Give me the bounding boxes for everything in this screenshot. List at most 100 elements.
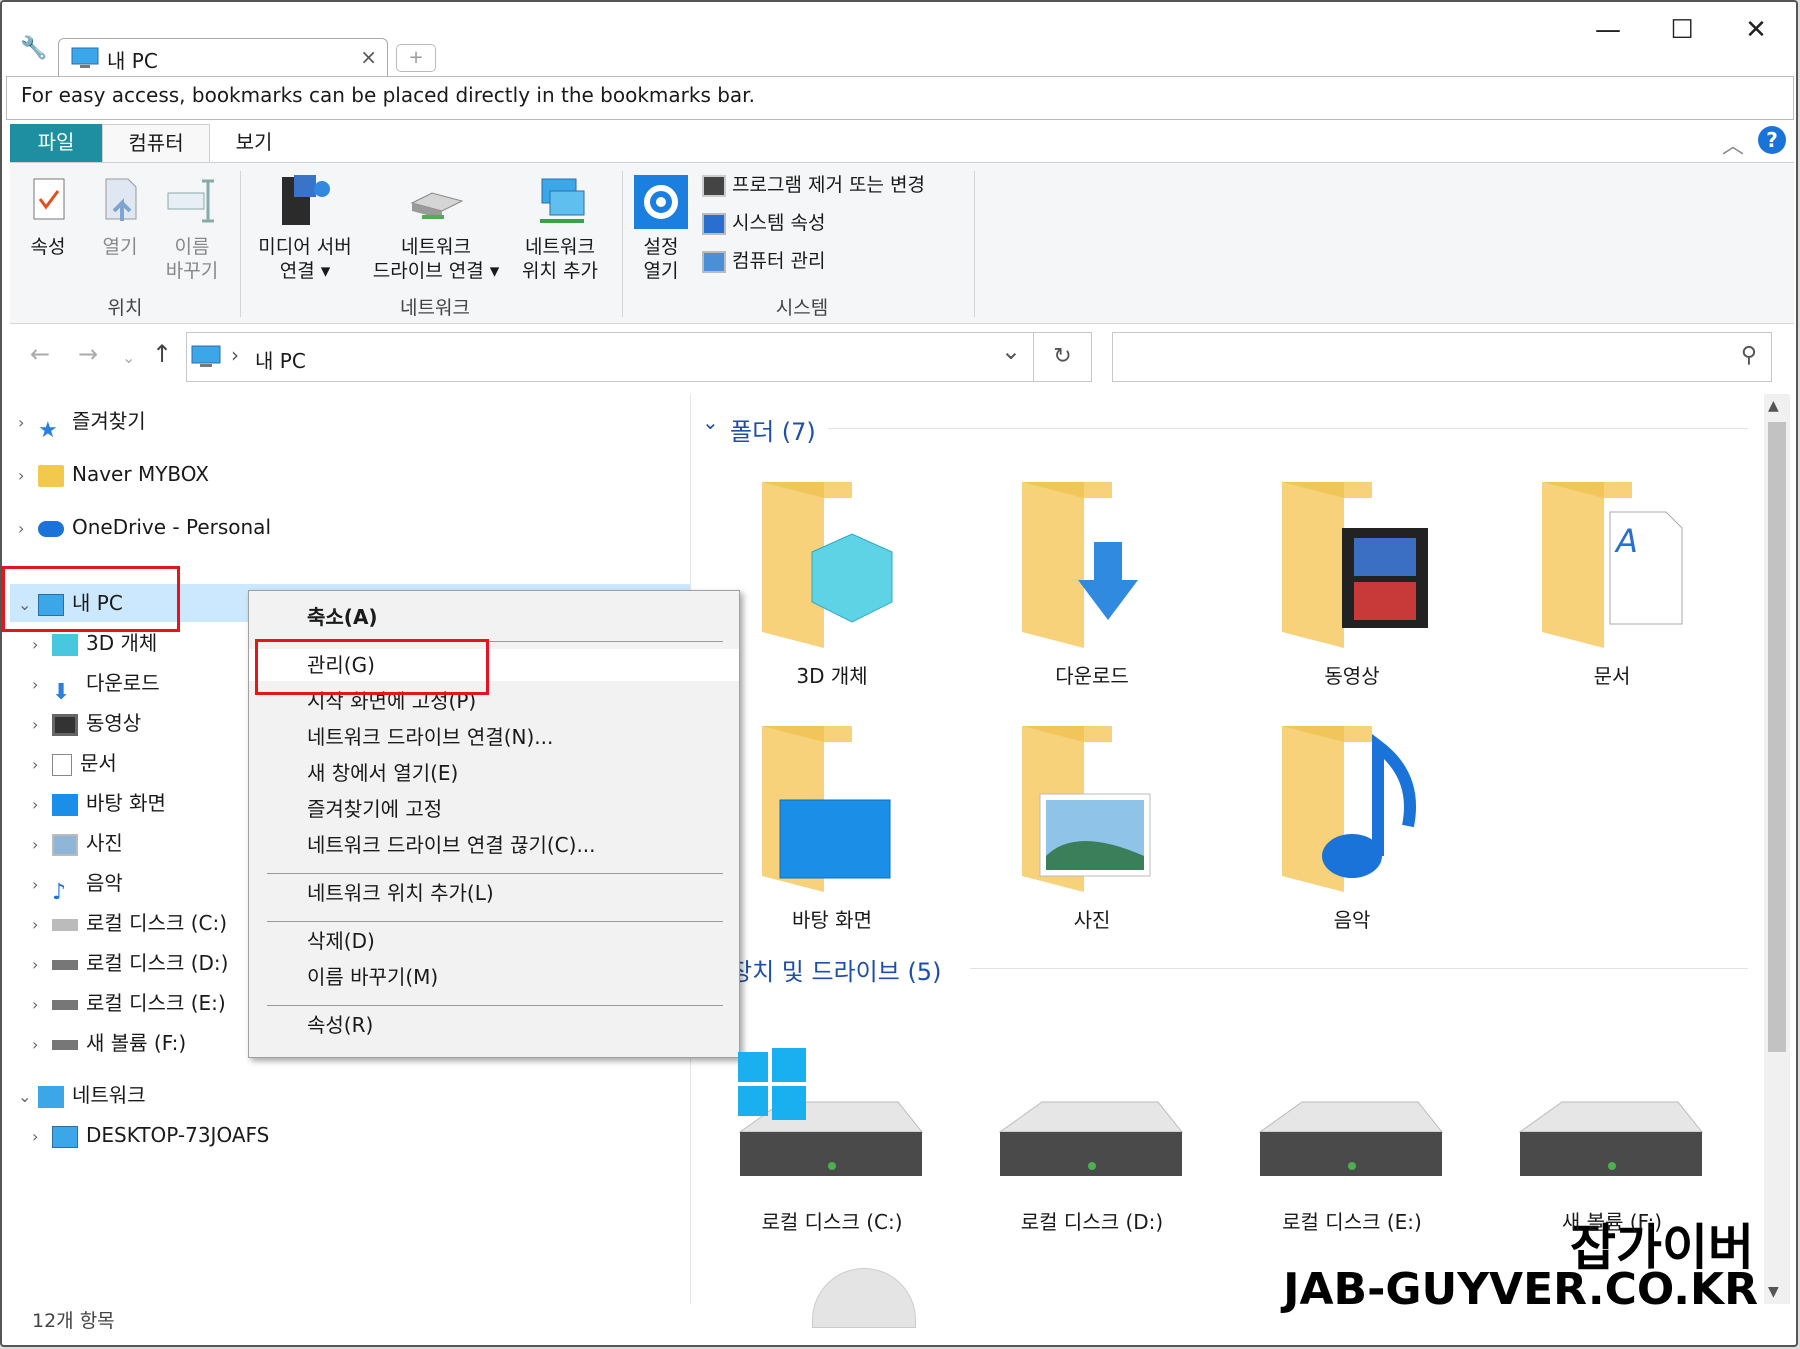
minimize-button[interactable]: — (1576, 10, 1640, 50)
folder-tile[interactable]: A 문서 (1502, 472, 1722, 702)
tree-item-drive-e[interactable]: › 로컬 디스크 (E:) (32, 984, 226, 1022)
address-path[interactable]: 내 PC (255, 345, 306, 374)
folder-tile[interactable]: 음악 (1242, 716, 1462, 946)
tree-item-documents[interactable]: › 문서 (32, 744, 117, 782)
properties-button[interactable]: 속성 (20, 173, 76, 259)
chevron-right-icon[interactable]: › (32, 826, 52, 864)
menu-item-add-network-location[interactable]: 네트워크 위치 추가(L) (249, 877, 739, 909)
document-icon (52, 753, 72, 776)
map-network-drive-button[interactable]: 네트워크 드라이브 연결 ▾ (366, 173, 506, 283)
explorer-window: 🔧 내 PC × + — ☐ ✕ For easy access, bookma… (0, 0, 1798, 1347)
open-settings-button[interactable]: 설정 열기 (632, 173, 690, 283)
tree-item-drive-d[interactable]: › 로컬 디스크 (D:) (32, 944, 228, 982)
chevron-right-icon[interactable]: › (18, 510, 38, 548)
tree-item-drive-c[interactable]: › 로컬 디스크 (C:) (32, 904, 227, 942)
menu-item-rename[interactable]: 이름 바꾸기(M) (249, 961, 739, 993)
menu-item-open-new-window[interactable]: 새 창에서 열기(E) (249, 757, 739, 789)
scroll-up-icon[interactable]: ▲ (1768, 398, 1779, 414)
add-network-location-button[interactable]: 네트워크 위치 추가 (510, 173, 610, 283)
tab-this-pc[interactable]: 내 PC × (58, 38, 388, 76)
maximize-button[interactable]: ☐ (1650, 10, 1714, 50)
close-button[interactable]: ✕ (1724, 10, 1788, 50)
drive-icon (52, 918, 78, 931)
hard-drive-icon (738, 1048, 924, 1176)
computer-management-button[interactable]: 컴퓨터 관리 (702, 249, 825, 273)
scroll-down-icon[interactable]: ▼ (1768, 1284, 1779, 1300)
media-server-button[interactable]: 미디어 서버 연결 ▾ (250, 173, 360, 283)
address-dropdown-icon[interactable]: ⌄ (1001, 337, 1021, 365)
folder-icon (1022, 482, 1138, 648)
drive-tile[interactable]: 로컬 디스크 (C:) (722, 1042, 942, 1242)
cloud-icon (38, 520, 64, 537)
chevron-right-icon[interactable]: › (32, 946, 52, 984)
tree-item-onedrive[interactable]: › OneDrive - Personal (18, 508, 271, 546)
rename-button[interactable]: 이름 바꾸기 (160, 173, 224, 283)
refresh-button[interactable]: ↻ (1034, 332, 1092, 382)
chevron-right-icon[interactable]: › (18, 457, 38, 495)
ribbon-collapse-icon[interactable]: ︿ (1722, 128, 1744, 160)
menu-item-disconnect-drive[interactable]: 네트워크 드라이브 연결 끊기(C)... (249, 829, 739, 861)
folder-tile[interactable]: 3D 개체 (722, 472, 942, 702)
tree-item-desktop-host[interactable]: › DESKTOP-73JOAFS (32, 1116, 269, 1154)
folder-tile[interactable]: 바탕 화면 (722, 716, 942, 946)
drive-tile[interactable]: 로컬 디스크 (E:) (1242, 1042, 1462, 1242)
menu-item-map-drive[interactable]: 네트워크 드라이브 연결(N)... (249, 721, 739, 753)
chevron-right-icon[interactable]: › (32, 626, 52, 664)
tab-view[interactable]: 보기 (210, 124, 298, 162)
menu-item-pin-quick-access[interactable]: 즐겨찾기에 고정 (249, 793, 739, 825)
search-input[interactable]: ⚲ (1112, 332, 1772, 382)
open-button[interactable]: 열기 (92, 173, 148, 259)
chevron-right-icon[interactable]: › (32, 666, 52, 704)
chevron-right-icon[interactable]: › (32, 706, 52, 744)
tree-item-pictures[interactable]: › 사진 (32, 824, 123, 862)
chevron-right-icon[interactable]: › (32, 1118, 52, 1156)
chevron-right-icon[interactable]: › (32, 1026, 52, 1064)
tree-item-drive-f[interactable]: › 새 볼륨 (F:) (32, 1024, 186, 1062)
drives-header[interactable]: 장치 및 드라이브 (5) (730, 952, 941, 987)
up-arrow-icon[interactable]: ↑ (152, 340, 172, 368)
chevron-right-icon[interactable]: › (32, 786, 52, 824)
address-bar[interactable]: › 내 PC ⌄ (186, 332, 1034, 382)
menu-item-collapse[interactable]: 축소(A) (249, 601, 739, 633)
new-tab-button[interactable]: + (396, 44, 436, 72)
tree-item-videos[interactable]: › 동영상 (32, 704, 141, 742)
tree-item-downloads[interactable]: › ⬇ 다운로드 (32, 664, 160, 705)
tree-item-network[interactable]: ⌄ 네트워크 (18, 1076, 146, 1114)
chevron-right-icon[interactable]: › (32, 906, 52, 944)
back-arrow-icon[interactable]: ← (30, 340, 50, 368)
chevron-right-icon[interactable]: › (32, 986, 52, 1024)
folders-header[interactable]: 폴더 (7) (730, 412, 816, 447)
tree-item-3d-objects[interactable]: › 3D 개체 (32, 624, 157, 662)
chevron-down-icon[interactable]: ⌄ (18, 1078, 38, 1116)
chevron-right-icon[interactable]: › (32, 746, 52, 784)
path-separator: › (231, 343, 239, 367)
collapse-folders-icon[interactable]: ⌄ (702, 410, 719, 434)
tab-file[interactable]: 파일 (10, 124, 102, 162)
tree-item-music[interactable]: › ♪ 음악 (32, 864, 123, 905)
tab-close-icon[interactable]: × (360, 45, 377, 69)
chevron-right-icon[interactable]: › (18, 404, 38, 442)
uninstall-program-button[interactable]: 프로그램 제거 또는 변경 (702, 173, 925, 197)
tree-item-desktop[interactable]: › 바탕 화면 (32, 784, 166, 822)
scrollbar-thumb[interactable] (1768, 422, 1786, 1052)
rename-label-1: 이름 (174, 236, 210, 258)
folder-tile[interactable]: 동영상 (1242, 472, 1462, 702)
tab-computer[interactable]: 컴퓨터 (102, 124, 210, 162)
disc-icon (812, 1268, 916, 1328)
chevron-right-icon[interactable]: › (32, 866, 52, 904)
folder-tile[interactable]: 다운로드 (982, 472, 1202, 702)
system-properties-button[interactable]: 시스템 속성 (702, 211, 825, 235)
menu-item-properties[interactable]: 속성(R) (249, 1009, 739, 1041)
forward-arrow-icon[interactable]: → (78, 340, 98, 368)
menu-item-delete[interactable]: 삭제(D) (249, 925, 739, 957)
help-icon[interactable]: ? (1758, 126, 1786, 154)
folder-label: 동영상 (1324, 664, 1380, 688)
wrench-icon[interactable]: 🔧 (20, 36, 47, 61)
recent-locations-icon[interactable]: ⌄ (122, 348, 135, 367)
tree-item-favorites[interactable]: › ★ 즐겨찾기 (18, 402, 146, 443)
music-note-icon: ♪ (52, 879, 67, 905)
folder-tile[interactable]: 사진 (982, 716, 1202, 946)
tree-item-mybox[interactable]: › Naver MYBOX (18, 455, 209, 493)
drive-tile[interactable]: 로컬 디스크 (D:) (982, 1042, 1202, 1242)
drive-tile[interactable]: 새 볼륨 (F:) (1502, 1042, 1722, 1242)
